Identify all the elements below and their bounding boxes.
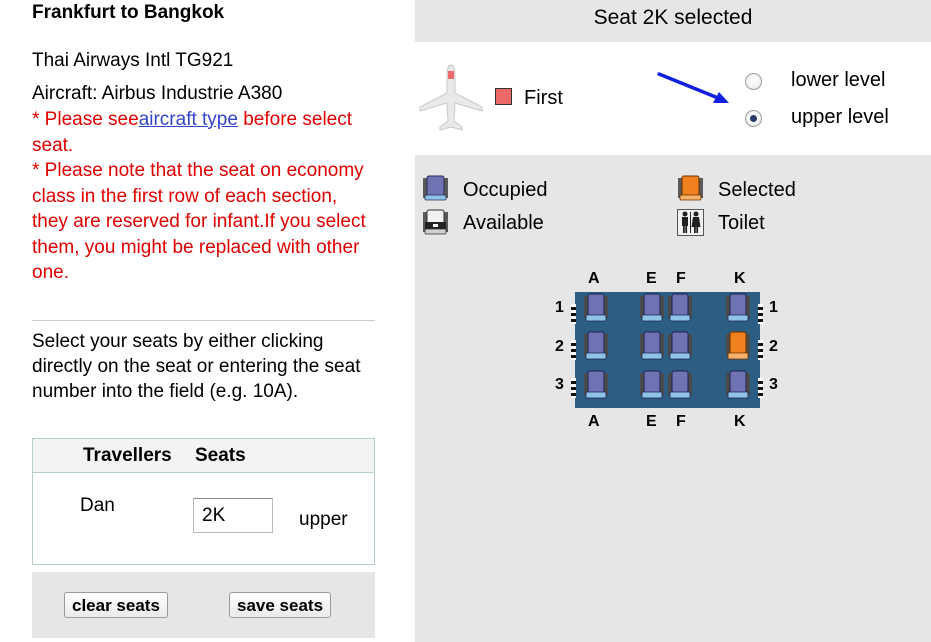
- selected-seat-icon: [678, 175, 703, 201]
- column-label-bottom: K: [734, 413, 746, 430]
- seat-1A[interactable]: [583, 292, 609, 323]
- seat-icon: [726, 331, 750, 360]
- exit-marker: [758, 378, 763, 398]
- seat-number-input[interactable]: [193, 498, 273, 533]
- divider: [32, 320, 375, 321]
- column-label-top: F: [676, 270, 686, 287]
- flight-info: Thai Airways Intl TG921: [32, 50, 234, 71]
- seat-icon: [584, 331, 608, 360]
- column-label-top: A: [588, 270, 600, 287]
- seat-3F[interactable]: [667, 369, 693, 400]
- seat-icon: [668, 370, 692, 399]
- seat-icon: [640, 331, 664, 360]
- cabin-seat-grid: [571, 292, 763, 408]
- seat-3K[interactable]: [725, 369, 751, 400]
- notice-text: * Please seeaircraft type before select …: [32, 107, 377, 286]
- travellers-table: Travellers Seats Dan upper: [32, 438, 375, 565]
- upper-level-radio[interactable]: [745, 110, 762, 127]
- exit-marker: [758, 304, 763, 324]
- clear-seats-button[interactable]: clear seats: [64, 592, 168, 618]
- infant-notice: * Please note that the seat on economy c…: [32, 160, 366, 283]
- legend-toilet: Toilet: [718, 212, 765, 234]
- traveller-name: Dan: [80, 495, 115, 516]
- exit-marker: [571, 378, 576, 398]
- row-label-right: 3: [769, 376, 778, 393]
- legend-available: Available: [463, 212, 544, 234]
- seat-icon: [668, 331, 692, 360]
- seat-icon: [584, 293, 608, 322]
- travellers-table-header: Travellers Seats: [33, 439, 374, 473]
- header-seats: Seats: [195, 445, 246, 466]
- available-seat-icon: [423, 209, 448, 235]
- instructions-text: Select your seats by either clicking dir…: [32, 331, 361, 402]
- seat-3E[interactable]: [639, 369, 665, 400]
- header-travellers: Travellers: [83, 445, 172, 466]
- seat-1K[interactable]: [725, 292, 751, 323]
- column-label-bottom: F: [676, 413, 686, 430]
- seat-2A[interactable]: [583, 330, 609, 361]
- row-label-right: 1: [769, 299, 778, 316]
- seat-3A[interactable]: [583, 369, 609, 400]
- column-label-bottom: A: [588, 413, 600, 430]
- lower-level-radio[interactable]: [745, 73, 762, 90]
- row-label-left: 1: [555, 299, 564, 316]
- column-label-bottom: E: [646, 413, 657, 430]
- seat-icon: [726, 370, 750, 399]
- lower-level-label[interactable]: lower level: [791, 69, 885, 92]
- seat-icon: [584, 370, 608, 399]
- row-label-left: 2: [555, 338, 564, 355]
- aircraft-info: Aircraft: Airbus Industrie A380: [32, 83, 283, 104]
- first-class-label: First: [524, 87, 563, 109]
- aircraft-type-link[interactable]: aircraft type: [139, 109, 238, 130]
- row-label-right: 2: [769, 338, 778, 355]
- toilet-icon: [677, 209, 704, 236]
- route-title: Frankfurt to Bangkok: [32, 2, 225, 23]
- seat-icon: [726, 293, 750, 322]
- seat-icon: [668, 293, 692, 322]
- seat-icon: [640, 370, 664, 399]
- seat-2E[interactable]: [639, 330, 665, 361]
- exit-marker: [758, 340, 763, 360]
- seat-selection-header: Seat 2K selected: [415, 0, 931, 42]
- seat-2F[interactable]: [667, 330, 693, 361]
- buttons-bar: clear seats save seats: [32, 572, 375, 638]
- seat-2K[interactable]: [725, 330, 751, 361]
- seat-1E[interactable]: [639, 292, 665, 323]
- airplane-icon: [419, 64, 483, 131]
- notice-prefix: * Please see: [32, 109, 139, 130]
- selected-seat-title: Seat 2K selected: [593, 6, 753, 29]
- upper-level-label[interactable]: upper level: [791, 106, 889, 129]
- exit-marker: [571, 304, 576, 324]
- row-label-left: 3: [555, 376, 564, 393]
- seat-icon: [640, 293, 664, 322]
- legend-occupied: Occupied: [463, 179, 548, 201]
- exit-marker: [571, 340, 576, 360]
- column-label-top: E: [646, 270, 657, 287]
- column-label-top: K: [734, 270, 746, 287]
- save-seats-button[interactable]: save seats: [229, 592, 332, 618]
- occupied-seat-icon: [423, 175, 448, 201]
- blue-arrow-icon: [657, 72, 729, 103]
- legend-selected: Selected: [718, 179, 796, 201]
- seat-1F[interactable]: [667, 292, 693, 323]
- first-class-swatch: [495, 88, 512, 105]
- seat-level-text: upper: [299, 509, 348, 530]
